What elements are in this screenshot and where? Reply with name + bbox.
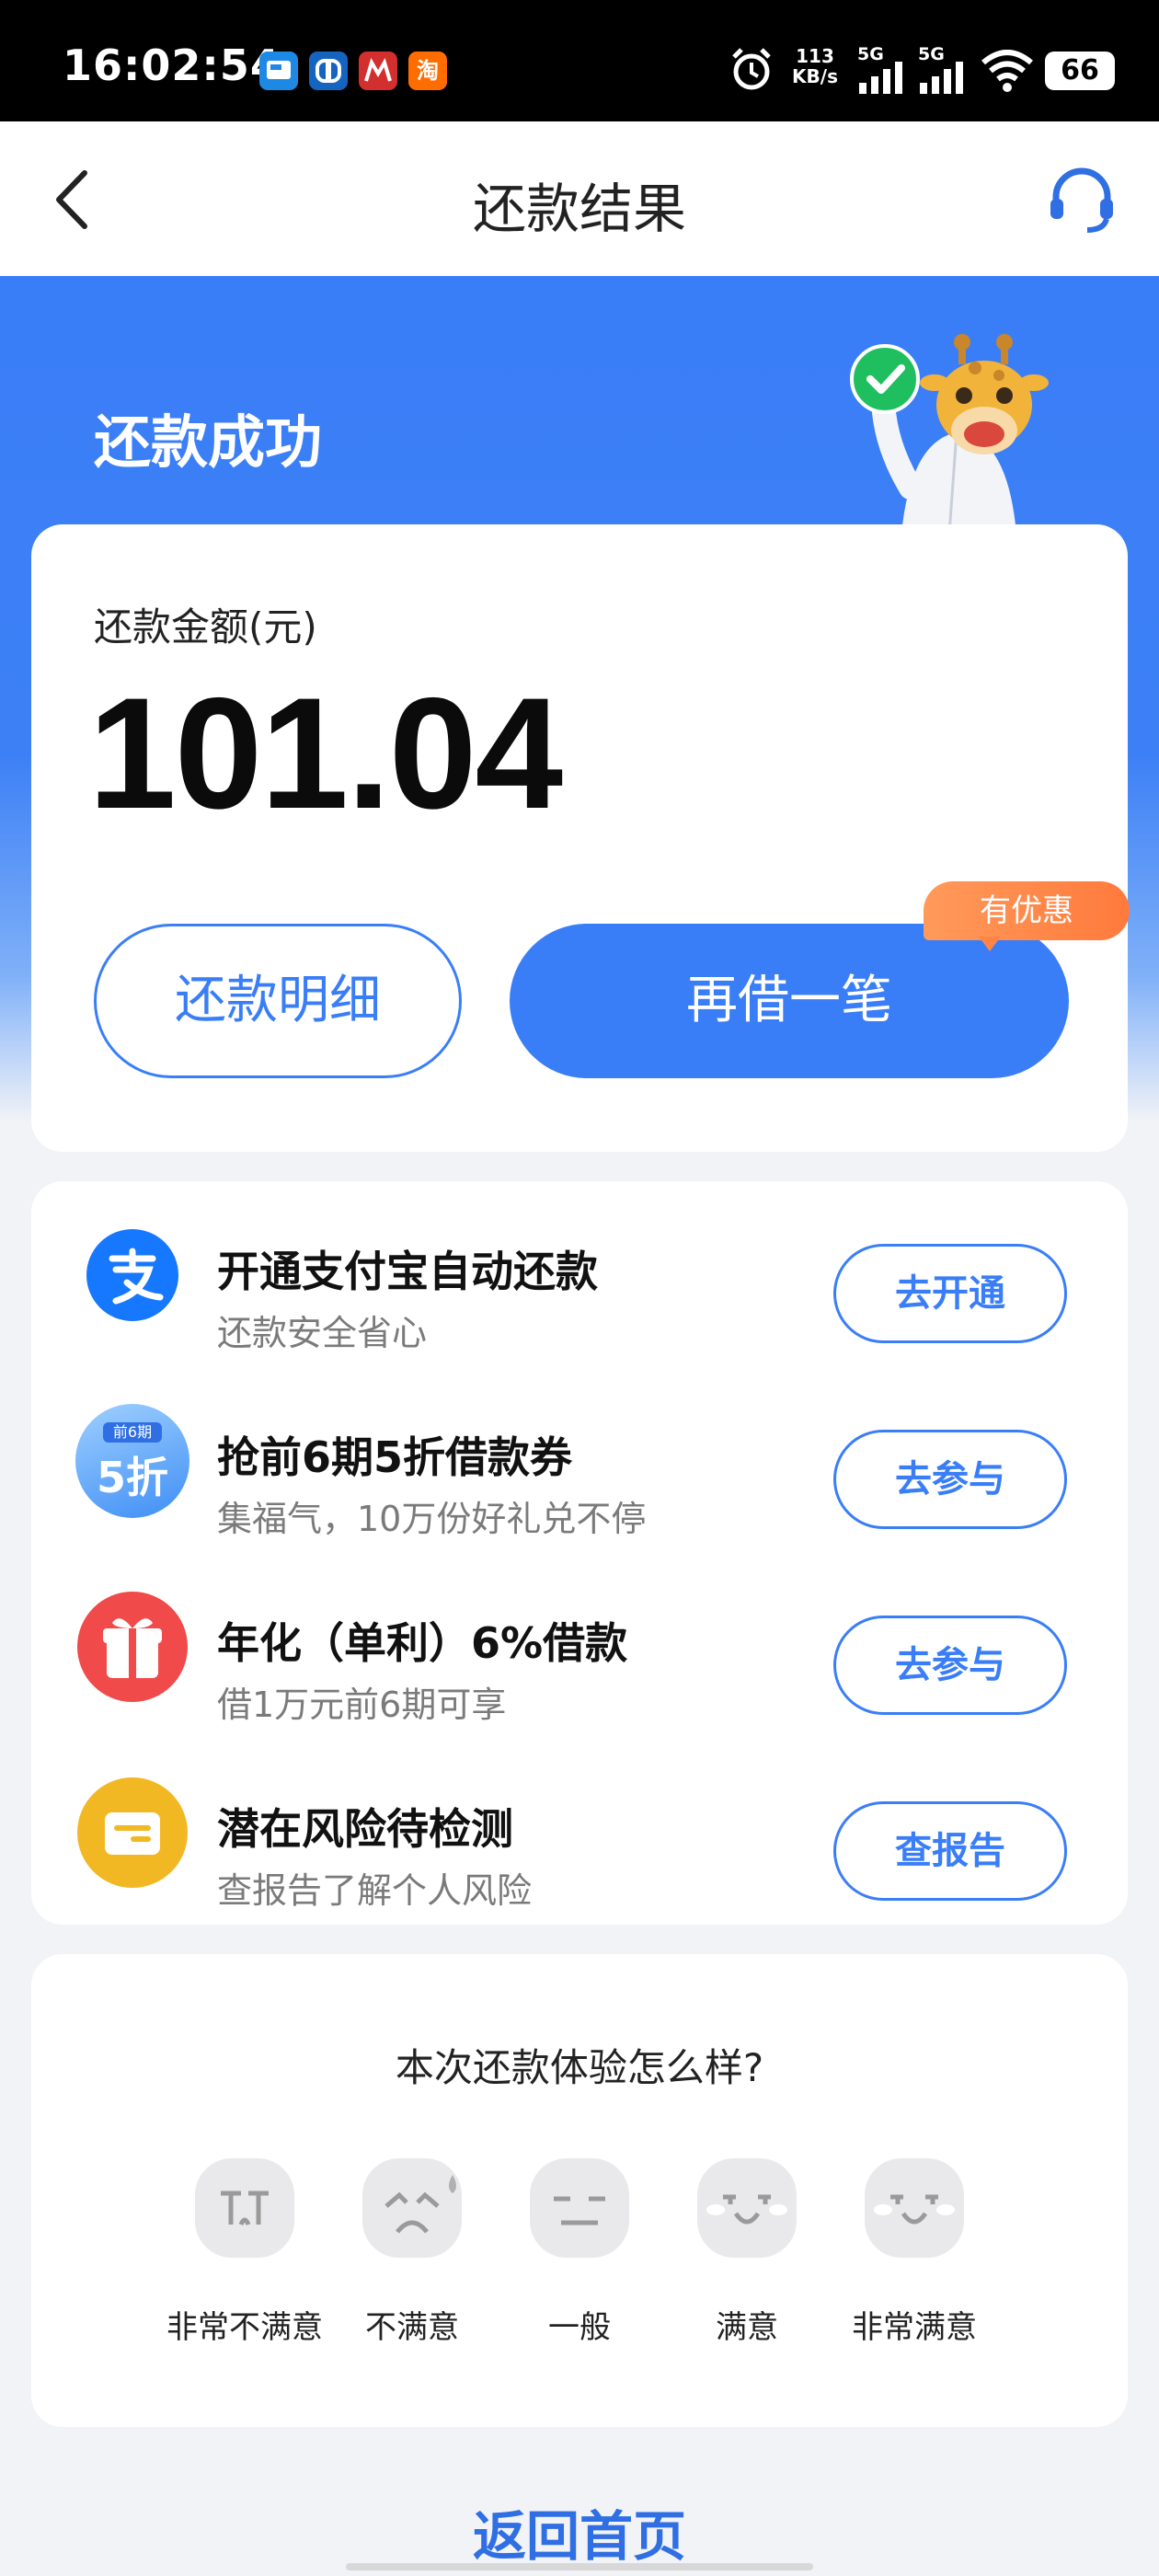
service-subtitle: 借1万元前6期可享 bbox=[217, 1685, 507, 1725]
very-unsatisfied-face-icon bbox=[195, 2158, 294, 2258]
feedback-label: 不满意 bbox=[365, 2309, 459, 2346]
join-coupon-button[interactable]: 去参与 bbox=[833, 1430, 1067, 1529]
service-row-rate: 年化（单利）6%借款 借1万元前6期可享 去参与 bbox=[31, 1575, 1128, 1741]
alipay-icon bbox=[86, 1229, 178, 1321]
taobao-app-icon: 淘 bbox=[408, 52, 447, 90]
app-notification-icon bbox=[259, 52, 298, 90]
feedback-option-very-unsatisfied[interactable]: 非常不满意 bbox=[162, 2156, 327, 2359]
amount-value: 101.04 bbox=[88, 665, 563, 842]
unsatisfied-face-icon bbox=[362, 2158, 462, 2258]
service-title: 开通支付宝自动还款 bbox=[217, 1247, 598, 1296]
very-satisfied-face-icon bbox=[865, 2158, 964, 2258]
feedback-card: 本次还款体验怎么样? 非常不满意 不满意 一般 满意 非常满意 bbox=[31, 1954, 1128, 2427]
feedback-question: 本次还款体验怎么样? bbox=[395, 2045, 764, 2090]
feedback-label: 满意 bbox=[716, 2309, 778, 2346]
giraffe-mascot-icon bbox=[850, 334, 1049, 534]
signal-5g-2: 5G bbox=[918, 44, 968, 96]
repayment-details-button[interactable]: 还款明细 bbox=[94, 924, 462, 1078]
feedback-option-satisfied[interactable]: 满意 bbox=[664, 2156, 830, 2359]
services-card: 开通支付宝自动还款 还款安全省心 去开通 前6期 5折 抢前6期5折借款券 集福… bbox=[31, 1181, 1128, 1925]
service-title: 潜在风险待检测 bbox=[217, 1804, 513, 1854]
report-card-icon bbox=[77, 1777, 188, 1888]
net-speed: 113 KB/s bbox=[786, 46, 844, 86]
alarm-icon bbox=[732, 48, 771, 90]
net-speed-value: 113 bbox=[796, 45, 834, 67]
service-row-coupon: 前6期 5折 抢前6期5折借款券 集福气，10万份好礼兑不停 去参与 bbox=[31, 1389, 1128, 1555]
net-speed-unit: KB/s bbox=[792, 65, 838, 87]
promo-badge: 有优惠 bbox=[924, 881, 1130, 940]
nav-header: 还款结果 bbox=[0, 121, 1159, 276]
status-time: 16:02:54 bbox=[63, 40, 281, 90]
service-row-autopay: 开通支付宝自动还款 还款安全省心 去开通 bbox=[31, 1203, 1128, 1369]
service-row-risk: 潜在风险待检测 查报告了解个人风险 查报告 bbox=[31, 1761, 1128, 1926]
service-subtitle: 集福气，10万份好礼兑不停 bbox=[217, 1499, 647, 1539]
coupon-icon-main: 5折 bbox=[96, 1453, 168, 1502]
page-title: 还款结果 bbox=[472, 178, 686, 240]
gift-icon bbox=[77, 1592, 188, 1702]
signal-bars-icon bbox=[859, 62, 902, 94]
service-subtitle: 还款安全省心 bbox=[217, 1313, 428, 1353]
amount-label: 还款金额(元) bbox=[94, 604, 317, 650]
feedback-option-very-satisfied[interactable]: 非常满意 bbox=[832, 2156, 997, 2359]
signal-bars-icon bbox=[920, 62, 963, 94]
promo-badge-tail bbox=[979, 937, 1001, 951]
view-report-button[interactable]: 查报告 bbox=[833, 1801, 1067, 1901]
service-subtitle: 查报告了解个人风险 bbox=[217, 1870, 533, 1911]
cmb-app-icon bbox=[359, 52, 397, 90]
repayment-result-card: 还款金额(元) 101.04 还款明细 再借一笔 有优惠 bbox=[31, 524, 1130, 1152]
feedback-label: 非常不满意 bbox=[166, 2309, 323, 2346]
feedback-label: 一般 bbox=[548, 2309, 611, 2346]
feedback-label: 非常满意 bbox=[852, 2309, 977, 2346]
enable-autopay-button[interactable]: 去开通 bbox=[833, 1244, 1067, 1343]
signal-5g-1: 5G bbox=[857, 44, 907, 96]
satisfied-face-icon bbox=[697, 2158, 797, 2258]
home-indicator bbox=[346, 2563, 813, 2570]
wifi-icon bbox=[981, 50, 1033, 92]
feedback-option-unsatisfied[interactable]: 不满意 bbox=[329, 2156, 495, 2359]
feedback-option-neutral[interactable]: 一般 bbox=[497, 2156, 662, 2359]
service-title: 年化（单利）6%借款 bbox=[217, 1618, 628, 1668]
status-bar: 16:02:54 淘 113 KB/s 5G 5G 66 bbox=[0, 0, 1159, 121]
bank-app-icon bbox=[309, 52, 348, 90]
return-home-link[interactable]: 返回首页 bbox=[0, 2493, 1159, 2570]
neutral-face-icon bbox=[530, 2158, 629, 2258]
customer-service-button[interactable] bbox=[1045, 162, 1119, 236]
battery-indicator: 66 bbox=[1045, 52, 1115, 90]
join-rate-button[interactable]: 去参与 bbox=[833, 1616, 1067, 1715]
headset-icon bbox=[1050, 167, 1113, 233]
coupon-icon-top: 前6期 bbox=[103, 1422, 162, 1443]
service-title: 抢前6期5折借款券 bbox=[217, 1432, 573, 1482]
discount-coupon-icon: 前6期 5折 bbox=[75, 1404, 189, 1518]
success-title: 还款成功 bbox=[94, 408, 323, 476]
